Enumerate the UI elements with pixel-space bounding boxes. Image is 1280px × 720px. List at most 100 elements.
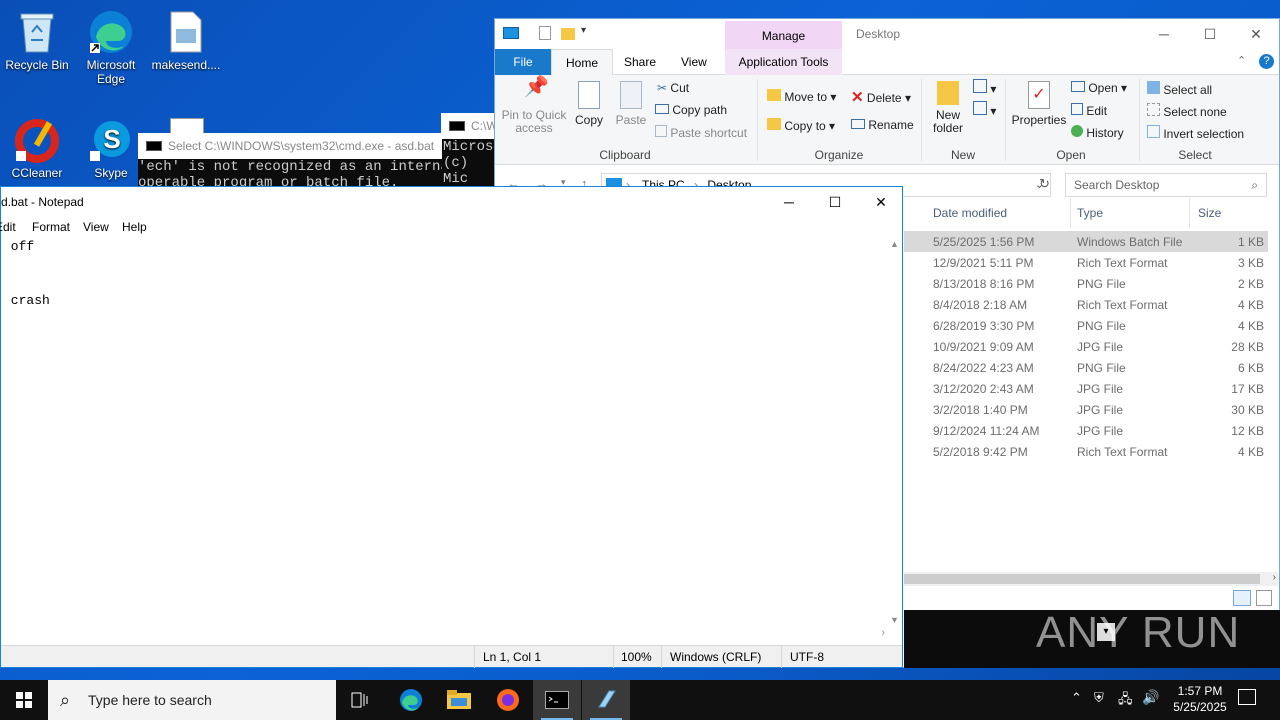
paste-button[interactable]: Paste xyxy=(613,81,649,127)
taskbar-search-input[interactable]: ⌕ Type here to search xyxy=(48,680,336,720)
tab-file[interactable]: File xyxy=(495,49,551,75)
refresh-icon[interactable]: ↻ xyxy=(1039,176,1050,192)
maximize-button[interactable]: ☐ xyxy=(812,187,858,217)
minimize-button[interactable]: ─ xyxy=(1141,19,1187,49)
search-input[interactable]: Search Desktop ⌕ xyxy=(1065,173,1267,197)
file-row[interactable]: 5/25/2025 1:56 PM Windows Batch File 1 KB xyxy=(904,231,1268,252)
scroll-up-icon[interactable]: ▲ xyxy=(890,239,899,249)
view-details-icon[interactable] xyxy=(1233,590,1251,606)
taskbar-clock[interactable]: 1:57 PM 5/25/2025 xyxy=(1168,683,1232,715)
new-folder-icon xyxy=(937,81,959,105)
cmd-window-titlebar[interactable]: C:\W xyxy=(441,113,501,139)
tab-share[interactable]: Share xyxy=(610,49,670,75)
file-size: 28 KB xyxy=(1231,340,1264,354)
cmd-window-1[interactable]: Select C:\WINDOWS\system32\cmd.exe - asd… xyxy=(138,133,442,186)
show-hidden-icons[interactable]: ⌃ xyxy=(1071,690,1082,706)
history-button[interactable]: History xyxy=(1071,125,1124,140)
cmd-window-titlebar[interactable]: Select C:\WINDOWS\system32\cmd.exe - asd… xyxy=(138,133,442,159)
new-item-button[interactable]: ▾ xyxy=(973,79,996,96)
tab-home[interactable]: Home xyxy=(551,49,614,76)
cmd-window-2[interactable]: C:\W Microso (c) Mic xyxy=(441,113,502,187)
close-button[interactable]: ✕ xyxy=(858,187,904,217)
paste-icon xyxy=(620,81,642,109)
tab-view[interactable]: View xyxy=(667,49,721,75)
task-view-button[interactable] xyxy=(336,680,384,720)
invert-selection-button[interactable]: Invert selection xyxy=(1147,125,1244,141)
menu-help[interactable]: Help xyxy=(122,220,147,234)
quick-access-properties-icon[interactable] xyxy=(539,26,551,40)
column-date-modified[interactable]: Date modified xyxy=(933,206,1007,220)
help-icon[interactable]: ? xyxy=(1259,54,1274,69)
notepad-titlebar[interactable]: d.bat - Notepad ─ ☐ ✕ xyxy=(1,187,902,217)
column-type[interactable]: Type xyxy=(1077,206,1103,220)
desktop-icon-edge[interactable]: Microsoft Edge xyxy=(74,8,148,86)
file-row[interactable]: 10/9/2021 9:09 AM JPG File 28 KB xyxy=(904,336,1268,357)
file-type: JPG File xyxy=(1077,382,1124,396)
vertical-scrollbar[interactable]: ▲ ▼ xyxy=(888,237,902,627)
notepad-window[interactable]: d.bat - Notepad ─ ☐ ✕ Edit Format View H… xyxy=(0,186,903,668)
volume-icon[interactable]: 🔊 xyxy=(1142,689,1159,706)
cut-button[interactable]: ✂ Cut xyxy=(657,81,689,95)
tab-application-tools[interactable]: Application Tools xyxy=(725,49,842,75)
open-button[interactable]: Open ▾ xyxy=(1071,81,1127,95)
move-to-button[interactable]: Move to ▾ xyxy=(767,89,836,104)
quick-access-folder-icon[interactable] xyxy=(561,28,575,40)
minimize-button[interactable]: ─ xyxy=(766,187,812,217)
scroll-right-icon[interactable]: › xyxy=(881,627,885,639)
close-button[interactable]: ✕ xyxy=(1233,19,1279,49)
horizontal-scrollbar[interactable]: › xyxy=(904,572,1278,586)
file-row[interactable]: 8/13/2018 8:16 PM PNG File 2 KB xyxy=(904,273,1268,294)
menu-edit[interactable]: Edit xyxy=(0,220,16,234)
desktop-icon-recycle-bin[interactable]: Recycle Bin xyxy=(0,8,74,72)
properties-icon: ✓ xyxy=(1028,81,1050,109)
new-folder-button[interactable]: New folder xyxy=(927,81,969,135)
taskbar-cmd[interactable] xyxy=(533,680,581,720)
file-row[interactable]: 3/2/2018 1:40 PM JPG File 30 KB xyxy=(904,399,1268,420)
column-size[interactable]: Size xyxy=(1198,206,1221,220)
scrollbar-thumb[interactable] xyxy=(904,574,1260,584)
view-large-icons-icon[interactable] xyxy=(1256,590,1272,606)
file-row[interactable]: 8/4/2018 2:18 AM Rich Text Format 4 KB xyxy=(904,294,1268,315)
pin-to-quick-access-button[interactable]: 📌 Pin to Quick access xyxy=(501,77,567,135)
easy-access-button[interactable]: ▾ xyxy=(973,101,996,118)
delete-button[interactable]: ✕ Delete ▾ xyxy=(851,88,911,106)
explorer-titlebar[interactable]: ▾ Manage Desktop ─ ☐ ✕ xyxy=(495,19,1279,49)
notification-icon[interactable] xyxy=(1238,689,1256,705)
rename-button[interactable]: Rename xyxy=(851,118,914,132)
desktop-icon-makesend[interactable]: makesend.... xyxy=(149,8,223,72)
file-row[interactable]: 9/12/2024 11:24 AM JPG File 12 KB xyxy=(904,420,1268,441)
start-button[interactable] xyxy=(0,680,48,720)
edit-button[interactable]: Edit xyxy=(1071,103,1107,118)
file-row[interactable]: 5/2/2018 9:42 PM Rich Text Format 4 KB xyxy=(904,441,1268,462)
network-lock-icon[interactable]: ⛨ xyxy=(1094,690,1104,706)
image-file-icon xyxy=(162,8,210,56)
copy-to-button[interactable]: Copy to ▾ xyxy=(767,118,835,133)
taskbar-file-explorer[interactable] xyxy=(435,680,483,720)
file-row[interactable]: 8/24/2022 4:23 AM PNG File 6 KB xyxy=(904,357,1268,378)
paste-shortcut-button[interactable]: Paste shortcut xyxy=(655,125,747,140)
file-row[interactable]: 6/28/2019 3:30 PM PNG File 4 KB xyxy=(904,315,1268,336)
copy-button[interactable]: Copy xyxy=(571,81,607,127)
ribbon-collapse-icon[interactable]: ⌃ xyxy=(1237,54,1246,67)
scroll-down-icon[interactable]: ▼ xyxy=(890,615,899,625)
quick-access-dropdown-icon[interactable]: ▾ xyxy=(581,25,586,36)
select-none-button[interactable]: Select none xyxy=(1147,103,1227,119)
explorer-window-icon xyxy=(503,27,519,39)
file-row[interactable]: 12/9/2021 5:11 PM Rich Text Format 3 KB xyxy=(904,252,1268,273)
notepad-text-area[interactable]: off crash xyxy=(1,237,889,627)
maximize-button[interactable]: ☐ xyxy=(1187,19,1233,49)
properties-button[interactable]: ✓ Properties xyxy=(1009,81,1069,127)
desktop-icon-ccleaner[interactable]: CCleaner xyxy=(0,116,74,180)
taskbar-firefox[interactable] xyxy=(484,680,532,720)
copy-path-button[interactable]: Copy path xyxy=(655,103,727,117)
taskbar-notepad[interactable] xyxy=(582,680,630,720)
taskbar-edge[interactable] xyxy=(387,680,435,720)
file-row[interactable]: 3/12/2020 2:43 AM JPG File 17 KB xyxy=(904,378,1268,399)
menu-view[interactable]: View xyxy=(83,220,109,234)
select-all-button[interactable]: Select all xyxy=(1147,81,1212,97)
horizontal-scrollbar[interactable]: › xyxy=(1,627,889,641)
menu-format[interactable]: Format xyxy=(32,220,70,234)
desktop-icon-skype[interactable]: S Skype xyxy=(74,116,148,180)
network-icon[interactable]: 🖧 xyxy=(1118,690,1133,712)
scroll-right-icon[interactable]: › xyxy=(1273,572,1276,583)
